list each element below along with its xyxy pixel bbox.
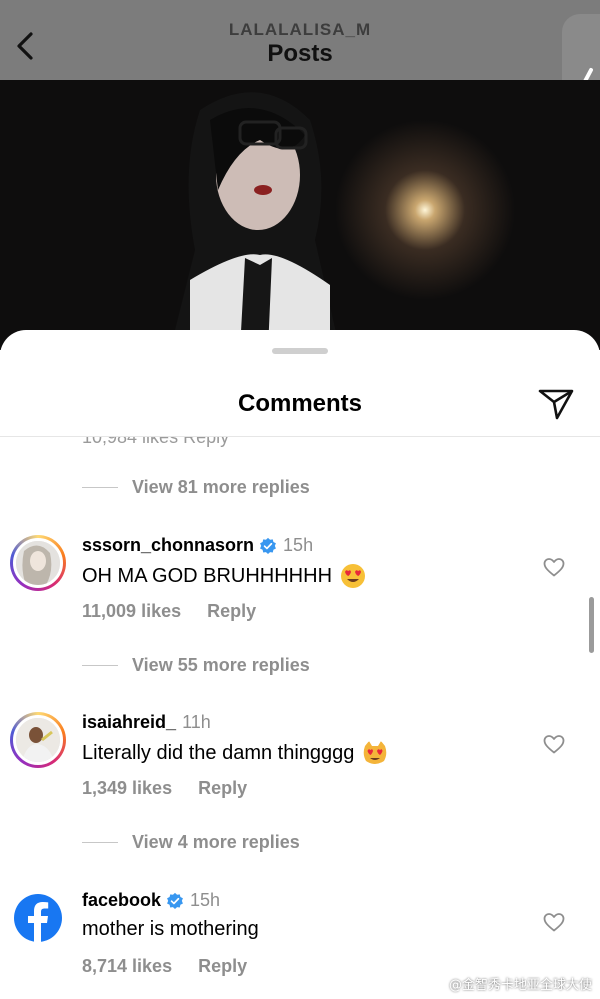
sheet-title: Comments	[237, 390, 363, 417]
comment-text: mother is mothering	[82, 918, 259, 940]
avatar-image	[13, 715, 63, 765]
comment-body: OH MA GOD BRUHHHHHH	[82, 563, 366, 589]
paper-plane-icon	[538, 389, 574, 420]
comment-time: 15h	[190, 890, 221, 910]
view-more-label: View 81 more replies	[132, 477, 310, 497]
watermark: @金智秀卡地亚全球大使	[448, 978, 592, 993]
view-more-replies-button[interactable]: View 4 more replies	[82, 832, 300, 853]
divider	[82, 665, 118, 666]
avatar-image	[13, 538, 63, 588]
heart-eyes-cat-emoji-icon	[364, 741, 387, 764]
comments-sheet: Comments 10,984 likes Reply View 81 more…	[0, 330, 600, 999]
reply-button[interactable]: Reply	[198, 778, 247, 799]
comments-list[interactable]: 10,984 likes Reply View 81 more replies …	[0, 437, 600, 999]
page-title: Posts	[267, 40, 333, 67]
comment-item: sssorn_chonnasorn 15h OH MA GOD BRUHHHHH…	[0, 535, 600, 645]
divider	[82, 487, 118, 488]
comment-body: mother is mothering	[82, 918, 259, 941]
heart-icon[interactable]	[542, 732, 566, 756]
verified-badge-icon	[167, 892, 183, 909]
cut-off-comment-meta: 10,984 likes Reply	[82, 437, 230, 447]
comment-username[interactable]: isaiahreid_	[82, 712, 176, 733]
avatar-portrait	[16, 541, 60, 585]
comment-meta: 1,349 likes Reply	[82, 778, 247, 799]
comment-time: 11h	[182, 712, 211, 732]
comment-meta: 8,714 likes Reply	[82, 956, 247, 977]
post-photo-figure	[170, 92, 340, 350]
comment-item: isaiahreid_ 11h Literally did the damn t…	[0, 712, 600, 822]
comment-username[interactable]: facebook	[82, 890, 161, 911]
account-name[interactable]: LALALALISA_M	[0, 20, 600, 40]
comment-header: isaiahreid_ 11h	[82, 712, 211, 733]
verified-badge-icon	[260, 537, 276, 554]
comment-body: Literally did the damn thingggg	[82, 740, 388, 766]
post-image[interactable]	[0, 80, 600, 350]
comment-meta: 11,009 likes Reply	[82, 601, 256, 622]
avatar[interactable]	[10, 712, 66, 768]
heart-eyes-emoji-icon	[341, 564, 366, 588]
avatar-portrait	[16, 718, 60, 762]
sheet-grabber[interactable]	[272, 348, 328, 354]
comment-text: OH MA GOD BRUHHHHHH	[82, 564, 333, 587]
view-more-label: View 55 more replies	[132, 655, 310, 675]
view-more-replies-button[interactable]: View 81 more replies	[82, 477, 310, 498]
comment-header: facebook 15h	[82, 890, 220, 911]
view-more-label: View 4 more replies	[132, 832, 300, 852]
reply-button[interactable]: Reply	[207, 601, 256, 622]
comment-text: Literally did the damn thingggg	[82, 741, 355, 764]
comment-header: sssorn_chonnasorn 15h	[82, 535, 313, 556]
comment-likes[interactable]: 11,009 likes	[82, 601, 181, 622]
heart-icon[interactable]	[542, 555, 566, 579]
comment-likes[interactable]: 8,714 likes	[82, 956, 172, 977]
facebook-logo-icon	[14, 894, 62, 942]
top-header: LALALALISA_M Posts	[0, 0, 600, 160]
reply-button[interactable]: Reply	[198, 956, 247, 977]
comment-time: 15h	[283, 535, 314, 555]
comment-likes[interactable]: 1,349 likes	[82, 778, 172, 799]
heart-icon[interactable]	[542, 910, 566, 934]
share-button[interactable]	[536, 384, 576, 424]
divider	[82, 842, 118, 843]
comment-username[interactable]: sssorn_chonnasorn	[82, 535, 254, 556]
avatar[interactable]	[10, 890, 66, 946]
view-more-replies-button[interactable]: View 55 more replies	[82, 655, 310, 676]
avatar[interactable]	[10, 535, 66, 591]
